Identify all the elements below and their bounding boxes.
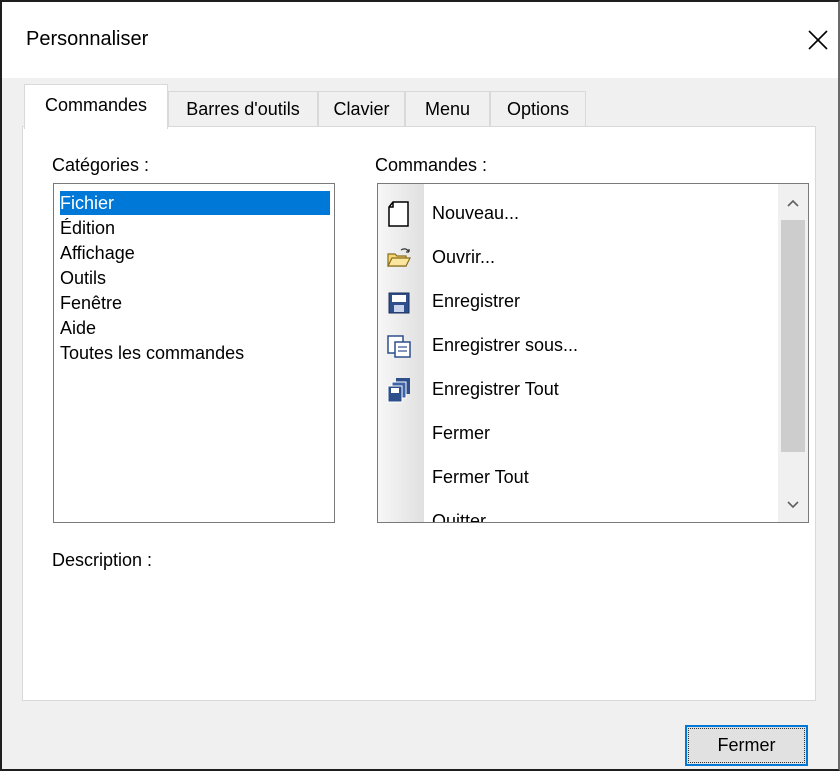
tab-label: Clavier	[333, 99, 390, 119]
category-item[interactable]: Aide	[60, 316, 96, 340]
tab-label: Barres d'outils	[186, 99, 300, 119]
categories-listbox[interactable]: Fichier Édition Affichage Outils Fenêtre…	[53, 183, 335, 523]
dialog-title: Personnaliser	[26, 28, 149, 50]
command-label: Fermer	[432, 423, 490, 443]
category-item[interactable]: Toutes les commandes	[60, 341, 244, 365]
scroll-thumb[interactable]	[781, 220, 805, 452]
command-item[interactable]: Enregistrer sous...	[378, 324, 770, 368]
vertical-scrollbar[interactable]	[778, 184, 808, 522]
tab-label: Menu	[424, 99, 471, 119]
command-label: Enregistrer Tout	[432, 379, 559, 399]
tab-commandes[interactable]: Commandes	[24, 84, 168, 129]
command-item[interactable]: Fermer Tout	[378, 456, 770, 500]
category-item[interactable]: Fichier	[60, 191, 330, 215]
category-item[interactable]: Outils	[60, 266, 106, 290]
command-label: Quitter	[432, 511, 487, 523]
tab-menu[interactable]: Menu	[405, 91, 490, 127]
close-button[interactable]: Fermer	[685, 725, 808, 766]
scroll-up-icon[interactable]	[778, 188, 808, 218]
save-icon	[388, 292, 410, 314]
category-item[interactable]: Édition	[60, 216, 115, 240]
scroll-down-icon[interactable]	[778, 490, 808, 520]
commands-label: Commandes :	[375, 155, 488, 175]
tab-label: Commandes	[44, 94, 148, 115]
command-label: Fermer Tout	[432, 467, 529, 487]
tab-label: Options	[506, 99, 570, 119]
title-bar: Personnaliser	[2, 2, 838, 78]
command-label: Ouvrir...	[432, 247, 496, 267]
commands-listbox[interactable]: Nouveau... Ouvrir... Enregistrer Enregis…	[377, 183, 809, 523]
command-label: Enregistrer	[432, 291, 521, 311]
tab-barres-outils[interactable]: Barres d'outils	[168, 91, 318, 127]
command-item[interactable]: Fermer	[378, 412, 770, 456]
open-folder-icon	[387, 248, 411, 267]
command-label: Enregistrer sous...	[432, 335, 579, 355]
close-icon[interactable]	[798, 20, 838, 60]
save-as-icon	[387, 335, 411, 358]
category-item[interactable]: Affichage	[60, 241, 135, 265]
command-label: Nouveau...	[432, 203, 520, 223]
categories-label: Catégories :	[52, 155, 150, 175]
category-item[interactable]: Fenêtre	[60, 291, 122, 315]
tab-clavier[interactable]: Clavier	[318, 91, 405, 127]
new-document-icon	[388, 201, 409, 227]
command-item[interactable]: Enregistrer	[378, 280, 770, 324]
customize-dialog: Personnaliser Commandes Barres d'outils …	[0, 0, 840, 771]
save-all-icon	[387, 378, 410, 403]
tab-options[interactable]: Options	[490, 91, 586, 127]
command-item[interactable]: Enregistrer Tout	[378, 368, 770, 412]
command-item[interactable]: Quitter	[378, 500, 770, 523]
description-label: Description :	[52, 550, 153, 570]
command-item[interactable]: Ouvrir...	[378, 236, 770, 280]
close-button-label: Fermer	[717, 735, 776, 755]
command-item[interactable]: Nouveau...	[378, 192, 770, 236]
